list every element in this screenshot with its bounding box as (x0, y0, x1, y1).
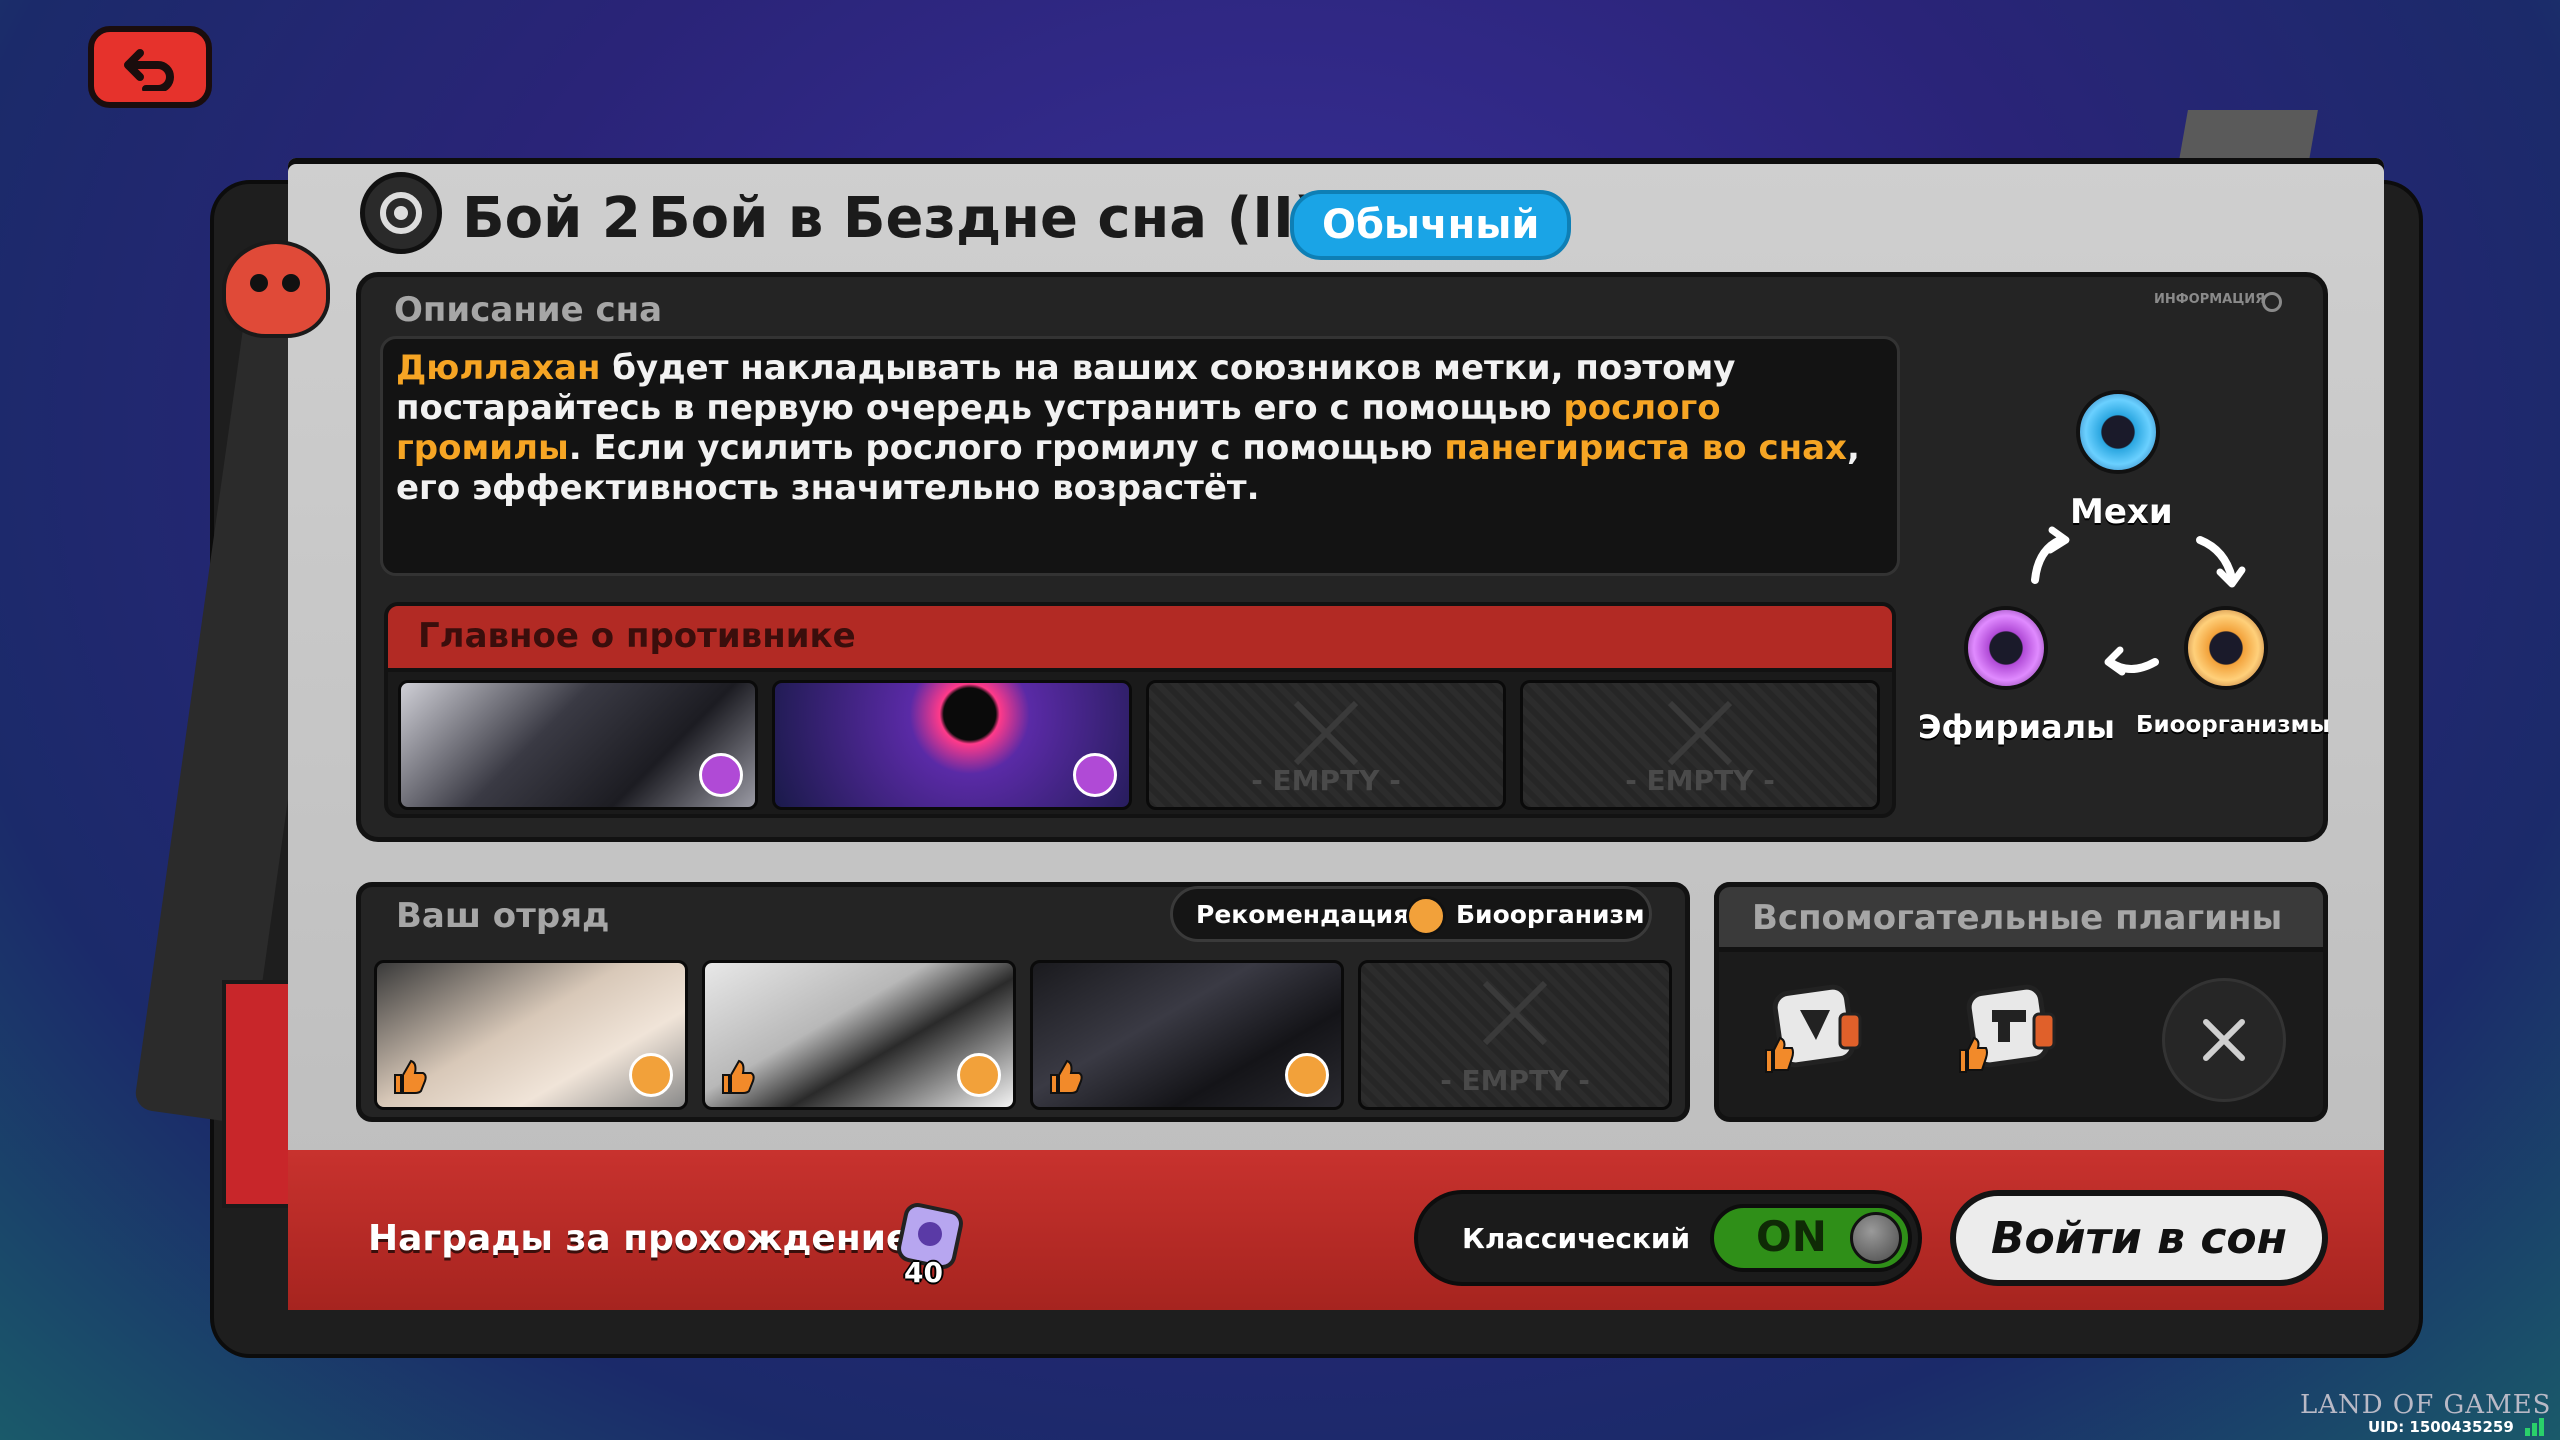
toggle-state: ON (1756, 1212, 1827, 1261)
empty-x-icon (1293, 700, 1359, 766)
plugin-chip-icon[interactable] (1954, 980, 2064, 1080)
signal-icon (2525, 1418, 2544, 1436)
reward-count: 40 (904, 1256, 943, 1289)
enemy-slot-empty: - EMPTY - (1146, 680, 1506, 810)
bio-faction-icon (957, 1053, 1001, 1097)
mascot-eye (250, 274, 268, 292)
squad-slot-2[interactable] (702, 960, 1016, 1110)
enemy-slot-2[interactable] (772, 680, 1132, 810)
empty-label: - EMPTY - (1625, 764, 1775, 797)
faction-ether-label: Эфириалы (1918, 708, 2115, 746)
faction-bio-label: Биоорганизмы (2136, 712, 2331, 738)
dream-emblem-icon (360, 172, 442, 254)
highlight-boss: Дюллахан (396, 348, 601, 388)
ether-faction-icon (699, 753, 743, 797)
squad-slot-1[interactable] (374, 960, 688, 1110)
empty-x-icon (1482, 980, 1548, 1046)
thumbs-up-icon (394, 1059, 427, 1094)
watermark: LAND OF GAMES (2300, 1390, 2552, 1420)
dream-heading: Описание сна (394, 290, 663, 330)
empty-label: - EMPTY - (1440, 1064, 1590, 1097)
enemy-slot-empty: - EMPTY - (1520, 680, 1880, 810)
back-arrow-icon (124, 49, 174, 91)
faction-cycle-arrows-icon (2031, 526, 2246, 676)
uid-label: UID: 1500435259 (2368, 1418, 2514, 1436)
stage-title: Бой в Бездне сна (II) (648, 186, 1320, 251)
recommendation-value: Биоорганизм (1456, 900, 1645, 929)
bio-faction-icon (1406, 896, 1446, 936)
battle-number: Бой 2 (462, 186, 641, 251)
thumbs-up-icon (1050, 1059, 1083, 1094)
plugin-empty-slot[interactable] (2162, 978, 2286, 1102)
enemy-heading: Главное о противнике (418, 616, 856, 656)
bio-faction-icon (629, 1053, 673, 1097)
thumbs-up-icon (722, 1059, 755, 1094)
squad-slot-empty[interactable]: - EMPTY - (1358, 960, 1672, 1110)
squad-heading: Ваш отряд (396, 896, 610, 936)
mech-faction-icon[interactable] (2076, 390, 2160, 474)
description-text: . Если усилить рослого громилу с помощью (568, 428, 1445, 468)
bio-faction-icon (1285, 1053, 1329, 1097)
highlight-support: панегириста во снах (1444, 428, 1847, 468)
toggle-knob[interactable] (1850, 1212, 1902, 1264)
enter-dream-button[interactable]: Войти в сон (1950, 1190, 2328, 1286)
squad-slot-3[interactable] (1030, 960, 1344, 1110)
close-icon (2203, 1019, 2245, 1061)
plugins-heading: Вспомогательные плагины (1752, 898, 2283, 938)
empty-label: - EMPTY - (1251, 764, 1401, 797)
dream-description: Дюллахан будет накладывать на ваших союз… (396, 348, 1896, 508)
ether-faction-icon (1073, 753, 1117, 797)
mascot-eye (282, 274, 300, 292)
info-label[interactable]: ИНФОРМАЦИЯ (2154, 292, 2265, 307)
difficulty-badge[interactable]: Обычный (1290, 190, 1572, 260)
empty-x-icon (1667, 700, 1733, 766)
enemy-slot-1[interactable] (398, 680, 758, 810)
recommendation-label: Рекомендация: (1196, 900, 1420, 929)
rewards-label: Награды за прохождение: (368, 1218, 925, 1259)
info-icon[interactable] (2262, 292, 2282, 312)
back-button[interactable] (88, 26, 212, 108)
mode-label: Классический (1462, 1222, 1691, 1255)
plugin-chip-icon[interactable] (1760, 980, 1870, 1080)
octopus-mascot-icon (222, 240, 330, 338)
